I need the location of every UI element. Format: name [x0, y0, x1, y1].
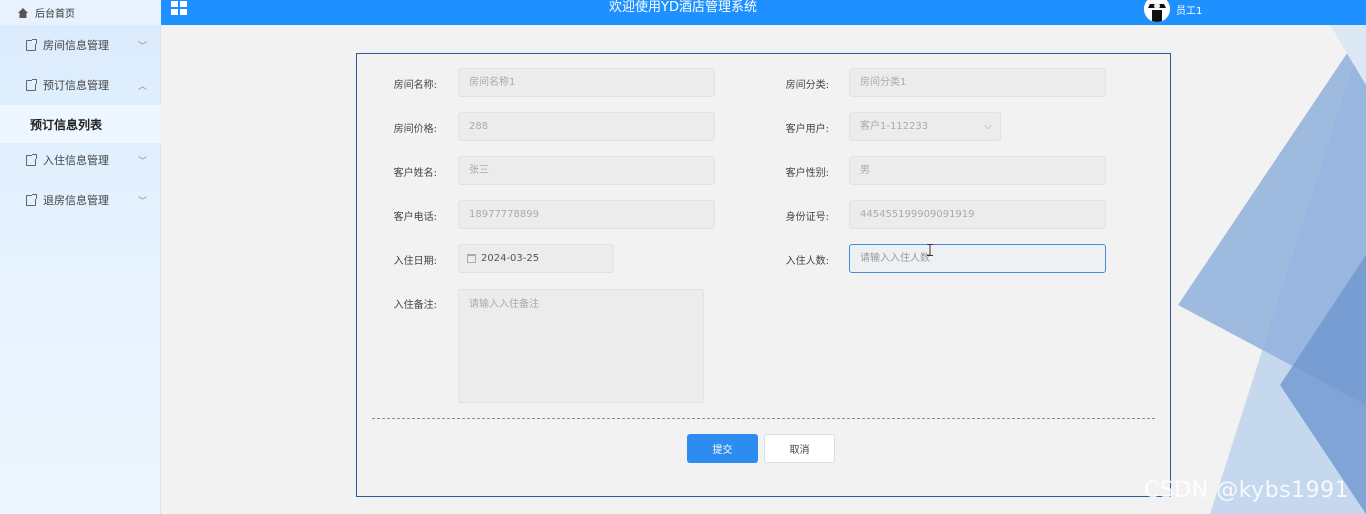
chevron-down-icon: ﹀ [138, 157, 148, 167]
document-icon [26, 153, 37, 166]
top-bar: 后台首页 欢迎使用YD酒店管理系统 员工1 [0, 0, 1366, 25]
room-category-field[interactable]: 房间分类1 [849, 68, 1106, 97]
sidebar-item-label: 入住信息管理 [43, 154, 109, 167]
customer-phone-label: 客户电话: [393, 212, 437, 223]
customer-name-field[interactable]: 张三 [458, 156, 715, 185]
sidebar-item-label: 退房信息管理 [43, 194, 109, 207]
checkin-note-textarea[interactable]: 请输入入住备注 [458, 289, 704, 403]
chevron-up-icon: ︿ [138, 82, 148, 92]
sidebar-item-booking-info[interactable]: 预订信息管理 ︿ [0, 65, 161, 105]
customer-user-label: 客户用户: [785, 124, 829, 135]
cancel-button[interactable]: 取消 [764, 434, 835, 463]
room-name-label: 房间名称: [393, 80, 437, 91]
background-decoration [1178, 25, 1366, 514]
checkin-date-value: 2024-03-25 [481, 253, 540, 264]
user-name[interactable]: 员工1 [1176, 2, 1202, 17]
room-price-label: 房间价格: [393, 124, 437, 135]
chevron-down-icon: ﹀ [138, 42, 148, 52]
room-category-label: 房间分类: [785, 80, 829, 91]
sidebar-item-label: 房间信息管理 [43, 39, 109, 52]
guest-count-input[interactable]: 请输入入住人数 [849, 244, 1106, 273]
sidebar-item-checkin-info[interactable]: 入住信息管理 ﹀ [0, 140, 161, 180]
sidebar-item-label: 预订信息管理 [43, 79, 109, 92]
customer-phone-field[interactable]: 18977778899 [458, 200, 715, 229]
form-divider [372, 418, 1155, 419]
submit-button[interactable]: 提交 [687, 434, 758, 463]
checkin-date-label: 入住日期: [393, 256, 437, 267]
chevron-down-icon: ⌵ [984, 121, 992, 132]
sidebar: 房间信息管理 ﹀ 预订信息管理 ︿ 预订信息列表 入住信息管理 ﹀ 退房信息管理… [0, 25, 161, 514]
sidebar-item-room-info[interactable]: 房间信息管理 ﹀ [0, 25, 161, 65]
user-avatar[interactable] [1144, 0, 1170, 22]
document-icon [26, 38, 37, 51]
room-price-field[interactable]: 288 [458, 112, 715, 141]
customer-name-label: 客户姓名: [393, 168, 437, 179]
document-icon [26, 193, 37, 206]
customer-gender-label: 客户性别: [785, 168, 829, 179]
customer-gender-field[interactable]: 男 [849, 156, 1106, 185]
customer-user-select[interactable]: 客户1-112233 ⌵ [849, 112, 1001, 141]
id-number-label: 身份证号: [785, 212, 829, 223]
document-icon [26, 78, 37, 91]
checkin-note-label: 入住备注: [393, 300, 437, 311]
calendar-icon [467, 254, 476, 263]
sidebar-item-checkout-info[interactable]: 退房信息管理 ﹀ [0, 180, 161, 220]
sidebar-subitem-booking-list[interactable]: 预订信息列表 [0, 105, 161, 143]
text-cursor-icon [927, 244, 933, 256]
chevron-down-icon: ﹀ [138, 197, 148, 207]
watermark: CSDN @kybs1991 [1144, 478, 1350, 503]
avatar-icon [1144, 0, 1170, 22]
guest-count-label: 入住人数: [785, 256, 829, 267]
id-number-field[interactable]: 445455199909091919 [849, 200, 1106, 229]
customer-user-value: 客户1-112233 [860, 121, 929, 132]
booking-form-card: 房间名称: 房间名称1 房间分类: 房间分类1 房间价格: 288 客户用户: … [356, 53, 1171, 497]
room-name-field[interactable]: 房间名称1 [458, 68, 715, 97]
checkin-date-picker[interactable]: 2024-03-25 [458, 244, 614, 273]
